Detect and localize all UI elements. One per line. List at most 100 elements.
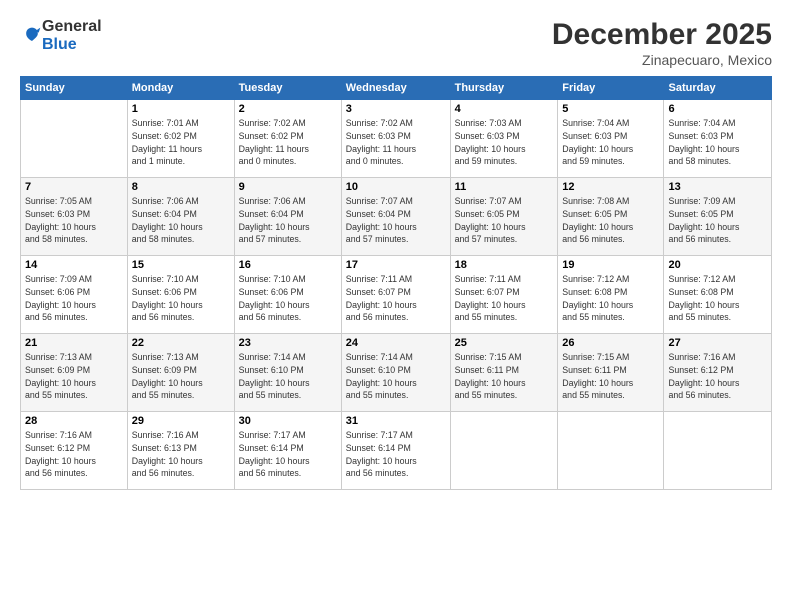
week-row-2: 7 Sunrise: 7:05 AMSunset: 6:03 PMDaylight… xyxy=(21,178,772,256)
day-number: 10 xyxy=(346,181,446,193)
day-info: Sunrise: 7:17 AMSunset: 6:14 PMDaylight:… xyxy=(346,429,446,480)
calendar-cell: 24Sunrise: 7:14 AMSunset: 6:10 PMDayligh… xyxy=(341,334,450,412)
day-number: 12 xyxy=(562,181,659,193)
day-info: Sunrise: 7:09 AMSunset: 6:05 PMDaylight:… xyxy=(668,195,767,246)
day-number: 22 xyxy=(132,337,230,349)
day-number: 27 xyxy=(668,337,767,349)
day-info: Sunrise: 7:16 AMSunset: 6:12 PMDaylight:… xyxy=(25,429,123,480)
calendar-cell: 31 Sunrise: 7:17 AMSunset: 6:14 PMDayligh… xyxy=(341,412,450,490)
weekday-monday: Monday xyxy=(127,77,234,100)
calendar-cell: 1 Sunrise: 7:01 AMSunset: 6:02 PMDaylight… xyxy=(127,100,234,178)
week-row-5: 28 Sunrise: 7:16 AMSunset: 6:12 PMDayligh… xyxy=(21,412,772,490)
calendar-cell: 17 Sunrise: 7:11 AMSunset: 6:07 PMDayligh… xyxy=(341,256,450,334)
weekday-saturday: Saturday xyxy=(664,77,772,100)
day-info: Sunrise: 7:10 AMSunset: 6:06 PMDaylight:… xyxy=(239,273,337,324)
calendar-cell xyxy=(21,100,128,178)
calendar-table: SundayMondayTuesdayWednesdayThursdayFrid… xyxy=(20,76,772,490)
day-number: 7 xyxy=(25,181,123,193)
calendar-cell xyxy=(558,412,664,490)
day-number: 23 xyxy=(239,337,337,349)
day-info: Sunrise: 7:06 AMSunset: 6:04 PMDaylight:… xyxy=(239,195,337,246)
weekday-header-row: SundayMondayTuesdayWednesdayThursdayFrid… xyxy=(21,77,772,100)
day-number: 15 xyxy=(132,259,230,271)
day-number: 17 xyxy=(346,259,446,271)
day-number: 19 xyxy=(562,259,659,271)
day-number: 18 xyxy=(455,259,554,271)
day-number: 9 xyxy=(239,181,337,193)
logo: General Blue xyxy=(20,18,102,53)
day-number: 31 xyxy=(346,415,446,427)
day-info: Sunrise: 7:17 AMSunset: 6:14 PMDaylight:… xyxy=(239,429,337,480)
calendar-cell: 30 Sunrise: 7:17 AMSunset: 6:14 PMDayligh… xyxy=(234,412,341,490)
day-number: 5 xyxy=(562,103,659,115)
day-number: 29 xyxy=(132,415,230,427)
calendar-cell: 16 Sunrise: 7:10 AMSunset: 6:06 PMDayligh… xyxy=(234,256,341,334)
day-number: 16 xyxy=(239,259,337,271)
day-number: 30 xyxy=(239,415,337,427)
day-info: Sunrise: 7:04 AMSunset: 6:03 PMDaylight:… xyxy=(562,117,659,168)
calendar-cell: 19 Sunrise: 7:12 AMSunset: 6:08 PMDayligh… xyxy=(558,256,664,334)
week-row-4: 21 Sunrise: 7:13 AMSunset: 6:09 PMDayligh… xyxy=(21,334,772,412)
weekday-sunday: Sunday xyxy=(21,77,128,100)
location: Zinapecuaro, Mexico xyxy=(552,52,772,68)
calendar-cell: 20Sunrise: 7:12 AMSunset: 6:08 PMDayligh… xyxy=(664,256,772,334)
logo-icon xyxy=(22,26,42,46)
day-info: Sunrise: 7:08 AMSunset: 6:05 PMDaylight:… xyxy=(562,195,659,246)
day-info: Sunrise: 7:11 AMSunset: 6:07 PMDaylight:… xyxy=(346,273,446,324)
day-info: Sunrise: 7:16 AMSunset: 6:13 PMDaylight:… xyxy=(132,429,230,480)
day-info: Sunrise: 7:07 AMSunset: 6:05 PMDaylight:… xyxy=(455,195,554,246)
logo-general: General xyxy=(42,18,102,35)
day-number: 13 xyxy=(668,181,767,193)
day-info: Sunrise: 7:10 AMSunset: 6:06 PMDaylight:… xyxy=(132,273,230,324)
day-number: 8 xyxy=(132,181,230,193)
day-info: Sunrise: 7:05 AMSunset: 6:03 PMDaylight:… xyxy=(25,195,123,246)
page: General Blue December 2025 Zinapecuaro, … xyxy=(0,0,792,612)
calendar-cell: 15 Sunrise: 7:10 AMSunset: 6:06 PMDayligh… xyxy=(127,256,234,334)
day-info: Sunrise: 7:15 AMSunset: 6:11 PMDaylight:… xyxy=(455,351,554,402)
day-number: 6 xyxy=(668,103,767,115)
calendar-cell: 21 Sunrise: 7:13 AMSunset: 6:09 PMDayligh… xyxy=(21,334,128,412)
month-title: December 2025 xyxy=(552,18,772,52)
day-number: 3 xyxy=(346,103,446,115)
day-info: Sunrise: 7:07 AMSunset: 6:04 PMDaylight:… xyxy=(346,195,446,246)
calendar-cell: 27 Sunrise: 7:16 AMSunset: 6:12 PMDayligh… xyxy=(664,334,772,412)
day-number: 11 xyxy=(455,181,554,193)
calendar-cell: 9 Sunrise: 7:06 AMSunset: 6:04 PMDaylight… xyxy=(234,178,341,256)
week-row-1: 1 Sunrise: 7:01 AMSunset: 6:02 PMDaylight… xyxy=(21,100,772,178)
day-info: Sunrise: 7:14 AMSunset: 6:10 PMDaylight:… xyxy=(239,351,337,402)
weekday-tuesday: Tuesday xyxy=(234,77,341,100)
day-info: Sunrise: 7:12 AMSunset: 6:08 PMDaylight:… xyxy=(562,273,659,324)
calendar-cell: 6 Sunrise: 7:04 AMSunset: 6:03 PMDaylight… xyxy=(664,100,772,178)
day-info: Sunrise: 7:13 AMSunset: 6:09 PMDaylight:… xyxy=(132,351,230,402)
calendar-cell: 25 Sunrise: 7:15 AMSunset: 6:11 PMDayligh… xyxy=(450,334,558,412)
day-info: Sunrise: 7:13 AMSunset: 6:09 PMDaylight:… xyxy=(25,351,123,402)
day-number: 1 xyxy=(132,103,230,115)
day-number: 25 xyxy=(455,337,554,349)
weekday-friday: Friday xyxy=(558,77,664,100)
title-block: December 2025 Zinapecuaro, Mexico xyxy=(552,18,772,68)
day-info: Sunrise: 7:01 AMSunset: 6:02 PMDaylight:… xyxy=(132,117,230,168)
day-number: 4 xyxy=(455,103,554,115)
calendar-cell: 29 Sunrise: 7:16 AMSunset: 6:13 PMDayligh… xyxy=(127,412,234,490)
day-info: Sunrise: 7:16 AMSunset: 6:12 PMDaylight:… xyxy=(668,351,767,402)
weekday-thursday: Thursday xyxy=(450,77,558,100)
day-info: Sunrise: 7:11 AMSunset: 6:07 PMDaylight:… xyxy=(455,273,554,324)
day-info: Sunrise: 7:04 AMSunset: 6:03 PMDaylight:… xyxy=(668,117,767,168)
day-number: 20 xyxy=(668,259,767,271)
day-info: Sunrise: 7:03 AMSunset: 6:03 PMDaylight:… xyxy=(455,117,554,168)
day-number: 21 xyxy=(25,337,123,349)
day-info: Sunrise: 7:14 AMSunset: 6:10 PMDaylight:… xyxy=(346,351,446,402)
calendar-cell: 5 Sunrise: 7:04 AMSunset: 6:03 PMDaylight… xyxy=(558,100,664,178)
calendar-cell: 8 Sunrise: 7:06 AMSunset: 6:04 PMDaylight… xyxy=(127,178,234,256)
calendar-cell: 23 Sunrise: 7:14 AMSunset: 6:10 PMDayligh… xyxy=(234,334,341,412)
day-info: Sunrise: 7:06 AMSunset: 6:04 PMDaylight:… xyxy=(132,195,230,246)
day-info: Sunrise: 7:02 AMSunset: 6:03 PMDaylight:… xyxy=(346,117,446,168)
day-number: 28 xyxy=(25,415,123,427)
calendar-cell: 7 Sunrise: 7:05 AMSunset: 6:03 PMDaylight… xyxy=(21,178,128,256)
weekday-wednesday: Wednesday xyxy=(341,77,450,100)
calendar-cell: 4 Sunrise: 7:03 AMSunset: 6:03 PMDaylight… xyxy=(450,100,558,178)
week-row-3: 14Sunrise: 7:09 AMSunset: 6:06 PMDayligh… xyxy=(21,256,772,334)
header: General Blue December 2025 Zinapecuaro, … xyxy=(20,18,772,68)
calendar-cell: 2Sunrise: 7:02 AMSunset: 6:02 PMDaylight… xyxy=(234,100,341,178)
calendar-cell: 26Sunrise: 7:15 AMSunset: 6:11 PMDayligh… xyxy=(558,334,664,412)
